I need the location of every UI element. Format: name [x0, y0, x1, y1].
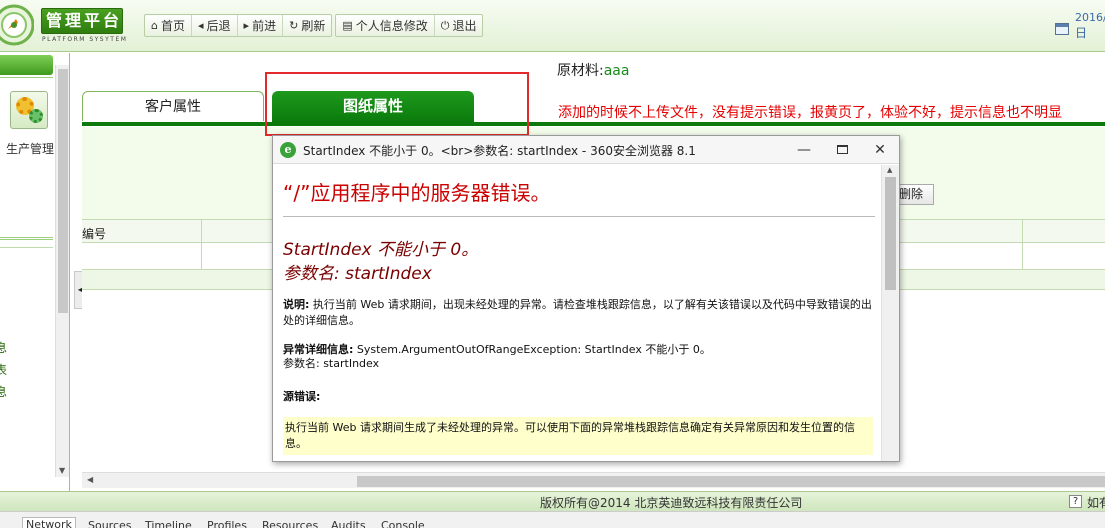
devtools-tabbar: Network Sources Timeline Profiles Resour… [0, 511, 1105, 528]
close-button[interactable]: ✕ [869, 140, 891, 160]
delete-button[interactable]: 删除 [894, 184, 934, 205]
exception-label: 异常详细信息: [283, 343, 354, 356]
footer-bar: 版权所有@2014 北京英迪致远科技有限责任公司 ? 如有 [0, 491, 1105, 511]
error-title: “/”应用程序中的服务器错误。 [283, 181, 551, 205]
refresh-icon: ↻ [289, 19, 299, 32]
logo-subtitle: PLATFORM SYSYTEM [42, 36, 128, 43]
help-icon[interactable]: ? [1069, 495, 1082, 508]
nav-button-group: ⌂ 首页 ◂ 后退 ▸ 前进 ↻ 刷新 [144, 14, 333, 37]
popup-scrollbar[interactable]: ▲ [881, 165, 899, 461]
home-label: 首页 [160, 19, 185, 33]
grid-column-number[interactable]: 编号 [82, 225, 106, 242]
horizontal-scrollbar[interactable]: ◀ [82, 472, 1105, 488]
user-button-group: ▤ 个人信息修改 ⏻ 退出 [335, 14, 484, 37]
browser-icon: e [280, 142, 296, 158]
main-toolbar: ⌂ 首页 ◂ 后退 ▸ 前进 ↻ 刷新 ▤ 个人信息修改 ⏻ 退出 [144, 14, 484, 37]
scroll-up-icon[interactable]: ▲ [887, 166, 892, 174]
description-label: 说明: [283, 298, 310, 311]
tab-customer-attributes[interactable]: 客户属性 [82, 91, 264, 121]
copyright-text: 版权所有@2014 北京英迪致远科技有限责任公司 [540, 496, 803, 510]
back-label: 后退 [206, 19, 231, 33]
logout-button[interactable]: ⏻ 退出 [435, 15, 483, 36]
date-year: 2016/ [1075, 11, 1105, 24]
gear-small-icon [29, 109, 43, 123]
popup-title: StartIndex 不能小于 0。<br>参数名: startIndex - … [303, 144, 696, 158]
error-message: StartIndex 不能小于 0。 [283, 240, 479, 260]
logout-label: 退出 [452, 19, 477, 33]
sidebar-link-1[interactable]: 息 [0, 339, 7, 356]
devtools-tab-console[interactable]: Console [381, 519, 425, 528]
production-module-button[interactable] [10, 91, 48, 129]
close-icon: ✕ [874, 142, 886, 158]
maximize-button[interactable] [831, 140, 853, 160]
scroll-left-icon[interactable]: ◀ [87, 475, 93, 484]
minimize-icon: — [797, 142, 811, 158]
logo-icon [0, 4, 34, 46]
left-sidebar: 生产管理 息 表 息 ▼ [0, 53, 70, 491]
edit-profile-button[interactable]: ▤ 个人信息修改 [336, 15, 435, 36]
sidebar-separator-thin [0, 247, 53, 248]
error-divider [283, 216, 875, 217]
power-icon: ⏻ [440, 18, 450, 32]
source-error-text: 执行当前 Web 请求期间生成了未经处理的异常。可以使用下面的异常堆栈跟踪信息确… [285, 421, 855, 450]
refresh-button[interactable]: ↻ 刷新 [283, 15, 331, 36]
sidebar-scrollbar[interactable]: ▼ [55, 65, 69, 477]
home-icon: ⌂ [151, 19, 158, 32]
back-icon: ◂ [198, 19, 204, 32]
sidebar-scroll-thumb[interactable] [58, 69, 68, 313]
scroll-down-icon[interactable]: ▼ [59, 466, 65, 475]
sidebar-link-3[interactable]: 息 [0, 383, 7, 400]
description-text: 执行当前 Web 请求期间，出现未经处理的异常。请检查堆栈跟踪信息，以了解有关该… [283, 298, 872, 327]
minimize-button[interactable]: — [793, 140, 815, 160]
popup-body: “/”应用程序中的服务器错误。 StartIndex 不能小于 0。 参数名: … [273, 165, 881, 461]
app-header: 管理平台 PLATFORM SYSYTEM ⌂ 首页 ◂ 后退 ▸ 前进 ↻ 刷… [0, 0, 1105, 52]
sidebar-header-bar[interactable] [0, 55, 53, 75]
logo-title: 管理平台 [41, 8, 123, 34]
source-error-box: 执行当前 Web 请求期间生成了未经处理的异常。可以使用下面的异常堆栈跟踪信息确… [283, 417, 873, 455]
devtools-tab-profiles[interactable]: Profiles [207, 519, 247, 528]
help-text[interactable]: 如有 [1087, 494, 1105, 511]
profile-icon: ▤ [342, 19, 353, 32]
material-value: aaa [603, 63, 630, 79]
date-day: 日 [1075, 26, 1088, 40]
devtools-tab-audits[interactable]: Audits [331, 519, 366, 528]
popup-titlebar[interactable]: e StartIndex 不能小于 0。<br>参数名: startIndex … [273, 136, 899, 164]
annotation-highlight-box [265, 72, 529, 136]
sidebar-link-2[interactable]: 表 [0, 361, 7, 378]
back-button[interactable]: ◂ 后退 [192, 15, 238, 36]
source-error-label: 源错误: [283, 390, 321, 403]
error-param: 参数名: startIndex [283, 264, 432, 284]
material-label: 原材料: [557, 63, 604, 79]
popup-scroll-thumb[interactable] [885, 177, 896, 290]
horizontal-scroll-thumb[interactable] [357, 476, 1105, 487]
sidebar-separator [0, 237, 53, 240]
forward-icon: ▸ [243, 19, 250, 32]
error-popup-window: e StartIndex 不能小于 0。<br>参数名: startIndex … [272, 135, 900, 462]
material-info: 原材料:aaa [557, 60, 629, 80]
annotation-note: 添加的时候不上传文件，没有提示错误，报黄页了，体验不好，提示信息也不明显 [558, 105, 1062, 121]
sidebar-divider [0, 77, 53, 78]
forward-button[interactable]: ▸ 前进 [238, 15, 284, 36]
exception-text: System.ArgumentOutOfRangeException: Star… [356, 343, 711, 356]
grid-divider [201, 219, 202, 270]
maximize-icon [836, 145, 848, 154]
devtools-tab-network[interactable]: Network [22, 517, 76, 528]
devtools-tab-sources[interactable]: Sources [88, 519, 132, 528]
error-description: 说明: 执行当前 Web 请求期间，出现未经处理的异常。请检查堆栈跟踪信息，以了… [283, 297, 873, 329]
date-display: 2016/ 日 [1053, 10, 1105, 42]
edit-profile-label: 个人信息修改 [355, 19, 428, 33]
module-label[interactable]: 生产管理 [6, 140, 54, 157]
forward-label: 前进 [252, 19, 277, 33]
calendar-icon [1055, 23, 1069, 35]
devtools-tab-resources[interactable]: Resources [262, 519, 318, 528]
grid-divider [1022, 219, 1023, 270]
exception-param: 参数名: startIndex [283, 357, 380, 370]
devtools-tab-timeline[interactable]: Timeline [145, 519, 192, 528]
refresh-label: 刷新 [301, 19, 326, 33]
home-button[interactable]: ⌂ 首页 [145, 15, 192, 36]
tab-underline [82, 122, 1105, 126]
exception-details: 异常详细信息: System.ArgumentOutOfRangeExcepti… [283, 343, 873, 371]
